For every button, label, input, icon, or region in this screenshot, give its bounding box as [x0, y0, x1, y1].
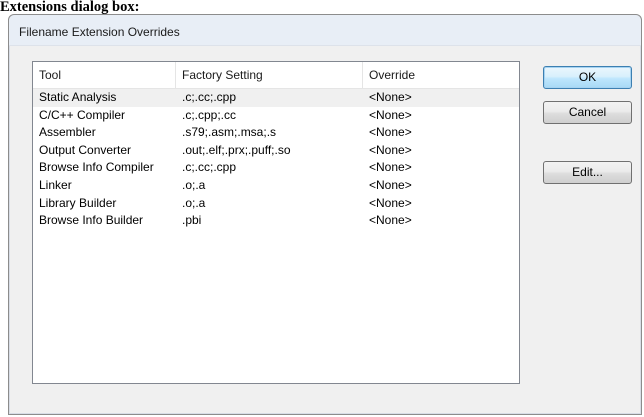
list-row[interactable]: Linker .o;.a <None>: [33, 177, 519, 195]
list-row[interactable]: Library Builder .o;.a <None>: [33, 195, 519, 213]
list-header: Tool Factory Setting Override: [33, 62, 519, 89]
list-row[interactable]: Static Analysis .c;.cc;.cpp <None>: [33, 89, 519, 107]
list-row[interactable]: Browse Info Compiler .c;.cc;.cpp <None>: [33, 159, 519, 177]
list-row[interactable]: Browse Info Builder .pbi <None>: [33, 212, 519, 230]
factory-setting-cell: .o;.a: [182, 195, 206, 210]
column-header-factory-setting[interactable]: Factory Setting: [176, 62, 363, 88]
factory-setting-cell: .c;.cpp;.cc: [182, 107, 237, 122]
factory-setting-cell: .c;.cc;.cpp: [182, 90, 237, 104]
tool-cell: C/C++ Compiler: [39, 107, 126, 122]
tool-cell: Output Converter: [39, 142, 132, 157]
factory-setting-cell: .out;.elf;.prx;.puff;.so: [182, 142, 291, 157]
list-row[interactable]: Output Converter .out;.elf;.prx;.puff;.s…: [33, 142, 519, 160]
tool-extensions-list[interactable]: Tool Factory Setting Override Static Ana…: [32, 61, 520, 384]
edit-button[interactable]: Edit...: [543, 161, 632, 184]
override-cell: <None>: [369, 177, 412, 192]
override-cell: <None>: [369, 107, 412, 122]
override-cell: <None>: [369, 90, 412, 104]
list-row[interactable]: Assembler .s79;.asm;.msa;.s <None>: [33, 124, 519, 142]
tool-cell: Static Analysis: [39, 90, 117, 104]
cancel-button[interactable]: Cancel: [543, 101, 632, 124]
tool-cell: Browse Info Compiler: [39, 160, 154, 175]
factory-setting-cell: .o;.a: [182, 177, 206, 192]
ok-button[interactable]: OK: [543, 66, 632, 89]
tool-cell: Assembler: [39, 125, 96, 140]
column-header-tool[interactable]: Tool: [33, 62, 176, 88]
tool-cell: Browse Info Builder: [39, 213, 144, 228]
override-cell: <None>: [369, 125, 412, 140]
override-cell: <None>: [369, 213, 412, 228]
override-cell: <None>: [369, 195, 412, 210]
column-header-override[interactable]: Override: [363, 62, 519, 88]
override-cell: <None>: [369, 142, 412, 157]
filename-extension-overrides-dialog: Filename Extension Overrides Tool Factor…: [8, 14, 642, 415]
factory-setting-cell: .s79;.asm;.msa;.s: [182, 125, 277, 140]
list-rows: Static Analysis .c;.cc;.cpp <None> C/C++…: [33, 89, 519, 230]
factory-setting-cell: .pbi: [182, 213, 202, 228]
tool-cell: Library Builder: [39, 195, 117, 210]
list-row[interactable]: C/C++ Compiler .c;.cpp;.cc <None>: [33, 107, 519, 125]
dialog-title: Filename Extension Overrides: [19, 25, 180, 39]
override-cell: <None>: [369, 160, 412, 175]
factory-setting-cell: .c;.cc;.cpp: [182, 160, 237, 175]
dialog-titlebar[interactable]: Filename Extension Overrides: [9, 15, 641, 46]
tool-cell: Linker: [39, 177, 72, 192]
